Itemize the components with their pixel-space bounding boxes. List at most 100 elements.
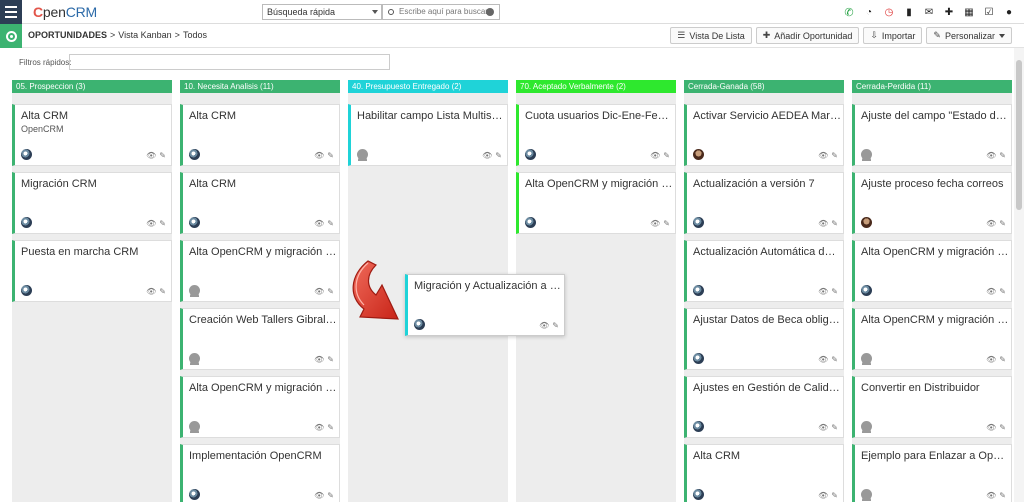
calendar-icon[interactable]: ▦ — [962, 5, 976, 19]
kanban-card[interactable]: Ajuste proceso fecha correos 👁 ✎ — [852, 172, 1012, 234]
view-icon[interactable]: 👁 — [146, 287, 156, 296]
view-icon[interactable]: 👁 — [986, 355, 996, 364]
module-icon[interactable] — [0, 24, 22, 48]
mail-icon[interactable]: ✉ — [922, 5, 936, 19]
edit-icon[interactable]: ✎ — [999, 423, 1006, 432]
kanban-card[interactable]: Creación Web Tallers Gibraltar 👁 ✎ — [180, 308, 340, 370]
kanban-card[interactable]: Alta OpenCRM y migración des... 👁 ✎ — [180, 240, 340, 302]
view-icon[interactable]: 👁 — [818, 287, 828, 296]
card-title[interactable]: Alta CRM — [189, 178, 337, 190]
view-icon[interactable]: 👁 — [986, 423, 996, 432]
view-icon[interactable]: 👁 — [818, 355, 828, 364]
kanban-card[interactable]: Alta CRM 👁 ✎ — [180, 104, 340, 166]
kanban-card[interactable]: Habilitar campo Lista Multisele... 👁 ✎ — [348, 104, 508, 166]
view-icon[interactable]: 👁 — [818, 491, 828, 500]
card-title[interactable]: Migración CRM — [21, 178, 169, 190]
card-title[interactable]: Cuota usuarios Dic-Ene-Feb y ... — [525, 110, 673, 122]
view-icon[interactable]: 👁 — [539, 321, 549, 330]
kanban-card[interactable]: Ajustes en Gestión de Calidad ... 👁 ✎ — [684, 376, 844, 438]
dashboard-icon[interactable]: ◔ — [862, 5, 876, 19]
kanban-card[interactable]: Implementación OpenCRM 👁 ✎ — [180, 444, 340, 502]
plus-icon[interactable]: ✚ — [942, 5, 956, 19]
edit-icon[interactable]: ✎ — [999, 151, 1006, 160]
view-icon[interactable]: 👁 — [818, 219, 828, 228]
view-icon[interactable]: 👁 — [314, 423, 324, 432]
edit-icon[interactable]: ✎ — [663, 219, 670, 228]
card-title[interactable]: Implementación OpenCRM — [189, 450, 337, 462]
edit-icon[interactable]: ✎ — [327, 355, 334, 364]
kanban-card[interactable]: Puesta en marcha CRM 👁 ✎ — [12, 240, 172, 302]
edit-icon[interactable]: ✎ — [999, 219, 1006, 228]
clock-icon[interactable]: ◷ — [882, 5, 896, 19]
edit-icon[interactable]: ✎ — [831, 151, 838, 160]
view-icon[interactable]: 👁 — [818, 151, 828, 160]
view-icon[interactable]: 👁 — [146, 219, 156, 228]
scroll-thumb[interactable] — [1016, 60, 1022, 210]
edit-icon[interactable]: ✎ — [831, 219, 838, 228]
import-button[interactable]: ⇩ Importar — [863, 27, 923, 44]
card-title[interactable]: Alta CRM — [189, 110, 337, 122]
edit-icon[interactable]: ✎ — [327, 219, 334, 228]
view-icon[interactable]: 👁 — [986, 491, 996, 500]
breadcrumb-module[interactable]: OPORTUNIDADES — [28, 30, 107, 40]
card-title[interactable]: Ajustar Datos de Beca obligato... — [693, 314, 841, 326]
main-menu-button[interactable] — [0, 0, 22, 24]
card-title[interactable]: Actualización Automática de A... — [693, 246, 841, 258]
edit-icon[interactable]: ✎ — [831, 355, 838, 364]
kanban-card[interactable]: Alta CRM 👁 ✎ — [180, 172, 340, 234]
breadcrumb-view[interactable]: Vista Kanban — [118, 30, 171, 40]
kanban-card[interactable]: Actualización Automática de A... 👁 ✎ — [684, 240, 844, 302]
kanban-card[interactable]: Actualización a versión 7 👁 ✎ — [684, 172, 844, 234]
customize-button[interactable]: ✎ Personalizar — [926, 27, 1012, 44]
search-scope-select[interactable]: Búsqueda rápida — [262, 4, 382, 20]
app-logo[interactable]: CpenCRM — [33, 4, 97, 20]
card-title[interactable]: Creación Web Tallers Gibraltar — [189, 314, 337, 326]
lock-icon[interactable]: ▮ — [902, 5, 916, 19]
kanban-card[interactable]: Alta OpenCRM y migración des... 👁 ✎ — [852, 240, 1012, 302]
edit-icon[interactable]: ✎ — [663, 151, 670, 160]
edit-icon[interactable]: ✎ — [999, 287, 1006, 296]
advanced-search-icon[interactable] — [486, 8, 494, 16]
card-title[interactable]: Alta OpenCRM y migración des... — [525, 178, 673, 190]
kanban-card[interactable]: Alta CRM 👁 ✎ — [684, 444, 844, 502]
edit-icon[interactable]: ✎ — [159, 151, 166, 160]
quick-filter-input[interactable] — [69, 54, 390, 70]
card-title[interactable]: Ajuste del campo "Estado de M... — [861, 110, 1009, 122]
view-icon[interactable]: 👁 — [146, 151, 156, 160]
edit-icon[interactable]: ✎ — [495, 151, 502, 160]
view-icon[interactable]: 👁 — [986, 219, 996, 228]
card-title[interactable]: Alta OpenCRM y migración des... — [189, 246, 337, 258]
edit-icon[interactable]: ✎ — [999, 355, 1006, 364]
view-icon[interactable]: 👁 — [986, 151, 996, 160]
card-title[interactable]: Alta CRM — [21, 110, 169, 122]
card-title[interactable]: Convertir en Distribuidor — [861, 382, 1009, 394]
card-title[interactable]: Alta OpenCRM y migración des... — [861, 246, 1009, 258]
tasks-icon[interactable]: ☑ — [982, 5, 996, 19]
edit-icon[interactable]: ✎ — [159, 219, 166, 228]
edit-icon[interactable]: ✎ — [831, 287, 838, 296]
edit-icon[interactable]: ✎ — [831, 491, 838, 500]
whatsapp-icon[interactable]: ✆ — [842, 5, 856, 19]
edit-icon[interactable]: ✎ — [327, 491, 334, 500]
kanban-card[interactable]: Alta OpenCRM y migración des... 👁 ✎ — [852, 308, 1012, 370]
kanban-card[interactable]: Convertir en Distribuidor 👁 ✎ — [852, 376, 1012, 438]
view-icon[interactable]: 👁 — [482, 151, 492, 160]
edit-icon[interactable]: ✎ — [159, 287, 166, 296]
kanban-card[interactable]: Ajuste del campo "Estado de M... 👁 ✎ — [852, 104, 1012, 166]
card-title[interactable]: Puesta en marcha CRM — [21, 246, 169, 258]
kanban-card[interactable]: Ejemplo para Enlazar a Oportu... 👁 ✎ — [852, 444, 1012, 502]
view-icon[interactable]: 👁 — [314, 355, 324, 364]
kanban-card[interactable]: Activar Servicio AEDEA Marca ... 👁 ✎ — [684, 104, 844, 166]
card-title[interactable]: Ajustes en Gestión de Calidad ... — [693, 382, 841, 394]
kanban-card[interactable]: Alta OpenCRM y migración des... 👁 ✎ — [516, 172, 676, 234]
view-icon[interactable]: 👁 — [818, 423, 828, 432]
view-icon[interactable]: 👁 — [314, 287, 324, 296]
view-icon[interactable]: 👁 — [650, 151, 660, 160]
add-opportunity-button[interactable]: ✚ Añadir Oportunidad — [755, 27, 860, 44]
edit-icon[interactable]: ✎ — [327, 423, 334, 432]
edit-icon[interactable]: ✎ — [327, 151, 334, 160]
edit-icon[interactable]: ✎ — [831, 423, 838, 432]
card-title[interactable]: Alta CRM — [693, 450, 841, 462]
list-view-button[interactable]: ☰ Vista De Lista — [670, 27, 752, 44]
view-icon[interactable]: 👁 — [986, 287, 996, 296]
